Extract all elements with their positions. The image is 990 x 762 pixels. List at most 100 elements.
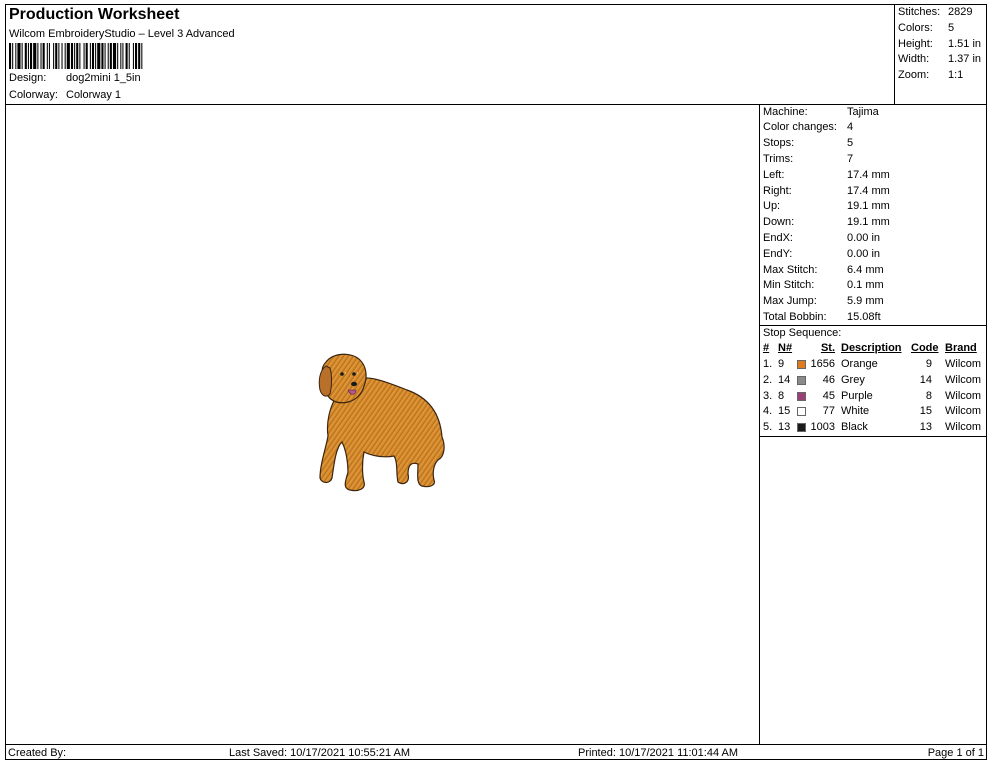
row-needle: 14 <box>778 373 791 386</box>
machine-info-label: Max Stitch: <box>763 263 818 276</box>
machine-info-label: Min Stitch: <box>763 279 815 292</box>
colorway-row: Colorway: Colorway 1 <box>9 89 121 101</box>
machine-info-value: 17.4 mm <box>847 168 890 181</box>
row-needle: 15 <box>778 405 791 418</box>
machine-info-row: Right: 17.4 mm <box>763 184 890 200</box>
machine-info-label: Stops: <box>763 137 795 150</box>
row-description: Grey <box>841 373 865 386</box>
row-number: 2. <box>763 373 773 386</box>
machine-info-value: 19.1 mm <box>847 200 890 213</box>
row-number: 3. <box>763 389 773 402</box>
row-brand: Wilcom <box>945 358 982 370</box>
row-code: 9 <box>925 358 932 370</box>
row-stitches: 46 <box>822 373 835 386</box>
stop-sequence-divider-bottom <box>760 436 987 437</box>
footer-printed: Printed: 10/17/2021 11:01:44 AM <box>578 747 739 759</box>
software-subtitle: Wilcom EmbroideryStudio – Level 3 Advanc… <box>9 28 235 40</box>
machine-info-value: 0.00 in <box>847 247 881 260</box>
machine-info-label: Down: <box>763 216 795 229</box>
stop-table-row: 4. 15 77 White 15 Wilcom <box>760 404 987 420</box>
machine-info-row: Color changes: 4 <box>763 120 853 136</box>
page-title: Production Worksheet <box>9 6 180 23</box>
color-swatch <box>797 375 806 385</box>
row-number: 1. <box>763 358 773 370</box>
embroidery-design-preview <box>318 353 445 492</box>
row-needle: 9 <box>778 358 785 370</box>
colorway-label: Colorway: <box>9 89 58 101</box>
row-code: 8 <box>925 389 932 402</box>
color-swatch <box>797 391 806 401</box>
row-brand: Wilcom <box>945 405 982 418</box>
machine-info-label: Machine: <box>763 105 808 118</box>
design-label: Design: <box>9 72 47 84</box>
row-needle: 8 <box>778 389 785 402</box>
col-description-header: Description <box>841 342 902 354</box>
stop-sequence-title: Stop Sequence: <box>763 327 842 339</box>
footer-last-saved: Last Saved: 10/17/2021 10:55:21 AM <box>229 747 411 759</box>
stop-table-header: # N# St. Description Code Brand <box>760 341 987 357</box>
machine-info-label: Total Bobbin: <box>763 310 827 323</box>
row-stitches: 77 <box>822 405 835 418</box>
row-stitches: 1003 <box>810 421 835 434</box>
machine-info-value: 0.1 mm <box>847 279 884 292</box>
machine-info-value: Tajima <box>847 105 879 118</box>
machine-info-value: 0.00 in <box>847 231 881 244</box>
color-swatch <box>797 407 806 417</box>
stop-table-row: 2. 14 46 Grey 14 Wilcom <box>760 373 987 389</box>
stat-height: Height: 1.51 in <box>898 38 982 50</box>
machine-info-label: Up: <box>763 200 781 213</box>
machine-info-row: Machine: Tajima <box>763 105 879 121</box>
machine-info-label: Max Jump: <box>763 295 817 308</box>
machine-info-row: Max Jump: 5.9 mm <box>763 294 884 310</box>
machine-info-value: 19.1 mm <box>847 216 890 229</box>
machine-info-row: EndX: 0.00 in <box>763 231 880 247</box>
row-code: 15 <box>919 405 932 418</box>
stop-table-row: 1. 9 1656 Orange 9 Wilcom <box>760 357 987 373</box>
row-number: 5. <box>763 421 773 434</box>
row-description: Orange <box>841 358 878 370</box>
machine-info-label: EndY: <box>763 247 793 260</box>
footer-page: Page 1 of 1 <box>927 747 984 759</box>
machine-info-value: 6.4 mm <box>847 263 884 276</box>
stat-stitches: Stitches: 2829 <box>898 6 973 18</box>
machine-info-value: 17.4 mm <box>847 184 890 197</box>
stat-width: Width: 1.37 in <box>898 53 982 65</box>
machine-info-value: 5.9 mm <box>847 295 884 308</box>
col-brand-header: Brand <box>945 342 977 354</box>
machine-info-value: 7 <box>847 152 854 165</box>
row-number: 4. <box>763 405 773 418</box>
machine-info-row: Min Stitch: 0.1 mm <box>763 278 884 294</box>
row-stitches: 1656 <box>810 358 835 370</box>
machine-info-label: Trims: <box>763 152 794 165</box>
col-st-header: St. <box>820 342 835 354</box>
color-swatch <box>797 360 806 369</box>
row-brand: Wilcom <box>945 373 982 386</box>
machine-info-label: EndX: <box>763 231 793 244</box>
row-description: Black <box>841 421 868 434</box>
machine-info-label: Left: <box>763 168 785 181</box>
col-code-header: Code <box>911 342 939 354</box>
row-description: White <box>841 405 870 418</box>
machine-info-row: Left: 17.4 mm <box>763 168 890 184</box>
stat-colors: Colors: 5 <box>898 22 955 34</box>
design-row: Design: dog2mini 1_5in <box>9 72 141 84</box>
machine-info-label: Color changes: <box>763 121 837 134</box>
row-description: Purple <box>841 389 873 402</box>
stat-zoom: Zoom: 1:1 <box>898 69 964 81</box>
footer-divider <box>5 744 987 745</box>
machine-info-row: Total Bobbin: 15.08ft <box>763 310 881 326</box>
machine-info-value: 4 <box>847 121 854 134</box>
design-value: dog2mini 1_5in <box>66 72 141 84</box>
machine-info-row: Max Stitch: 6.4 mm <box>763 263 884 279</box>
machine-info-value: 15.08ft <box>847 310 881 323</box>
col-n-header: N# <box>778 342 793 354</box>
machine-info-value: 5 <box>847 137 854 150</box>
colorway-value: Colorway 1 <box>66 89 122 101</box>
stop-table-row: 5. 13 1003 Black 13 Wilcom <box>760 420 987 436</box>
machine-info-row: Up: 19.1 mm <box>763 199 890 215</box>
row-needle: 13 <box>778 421 791 434</box>
machine-info-row: Stops: 5 <box>763 136 853 152</box>
row-brand: Wilcom <box>945 389 982 402</box>
machine-info-label: Right: <box>763 184 792 197</box>
color-swatch <box>797 423 806 433</box>
